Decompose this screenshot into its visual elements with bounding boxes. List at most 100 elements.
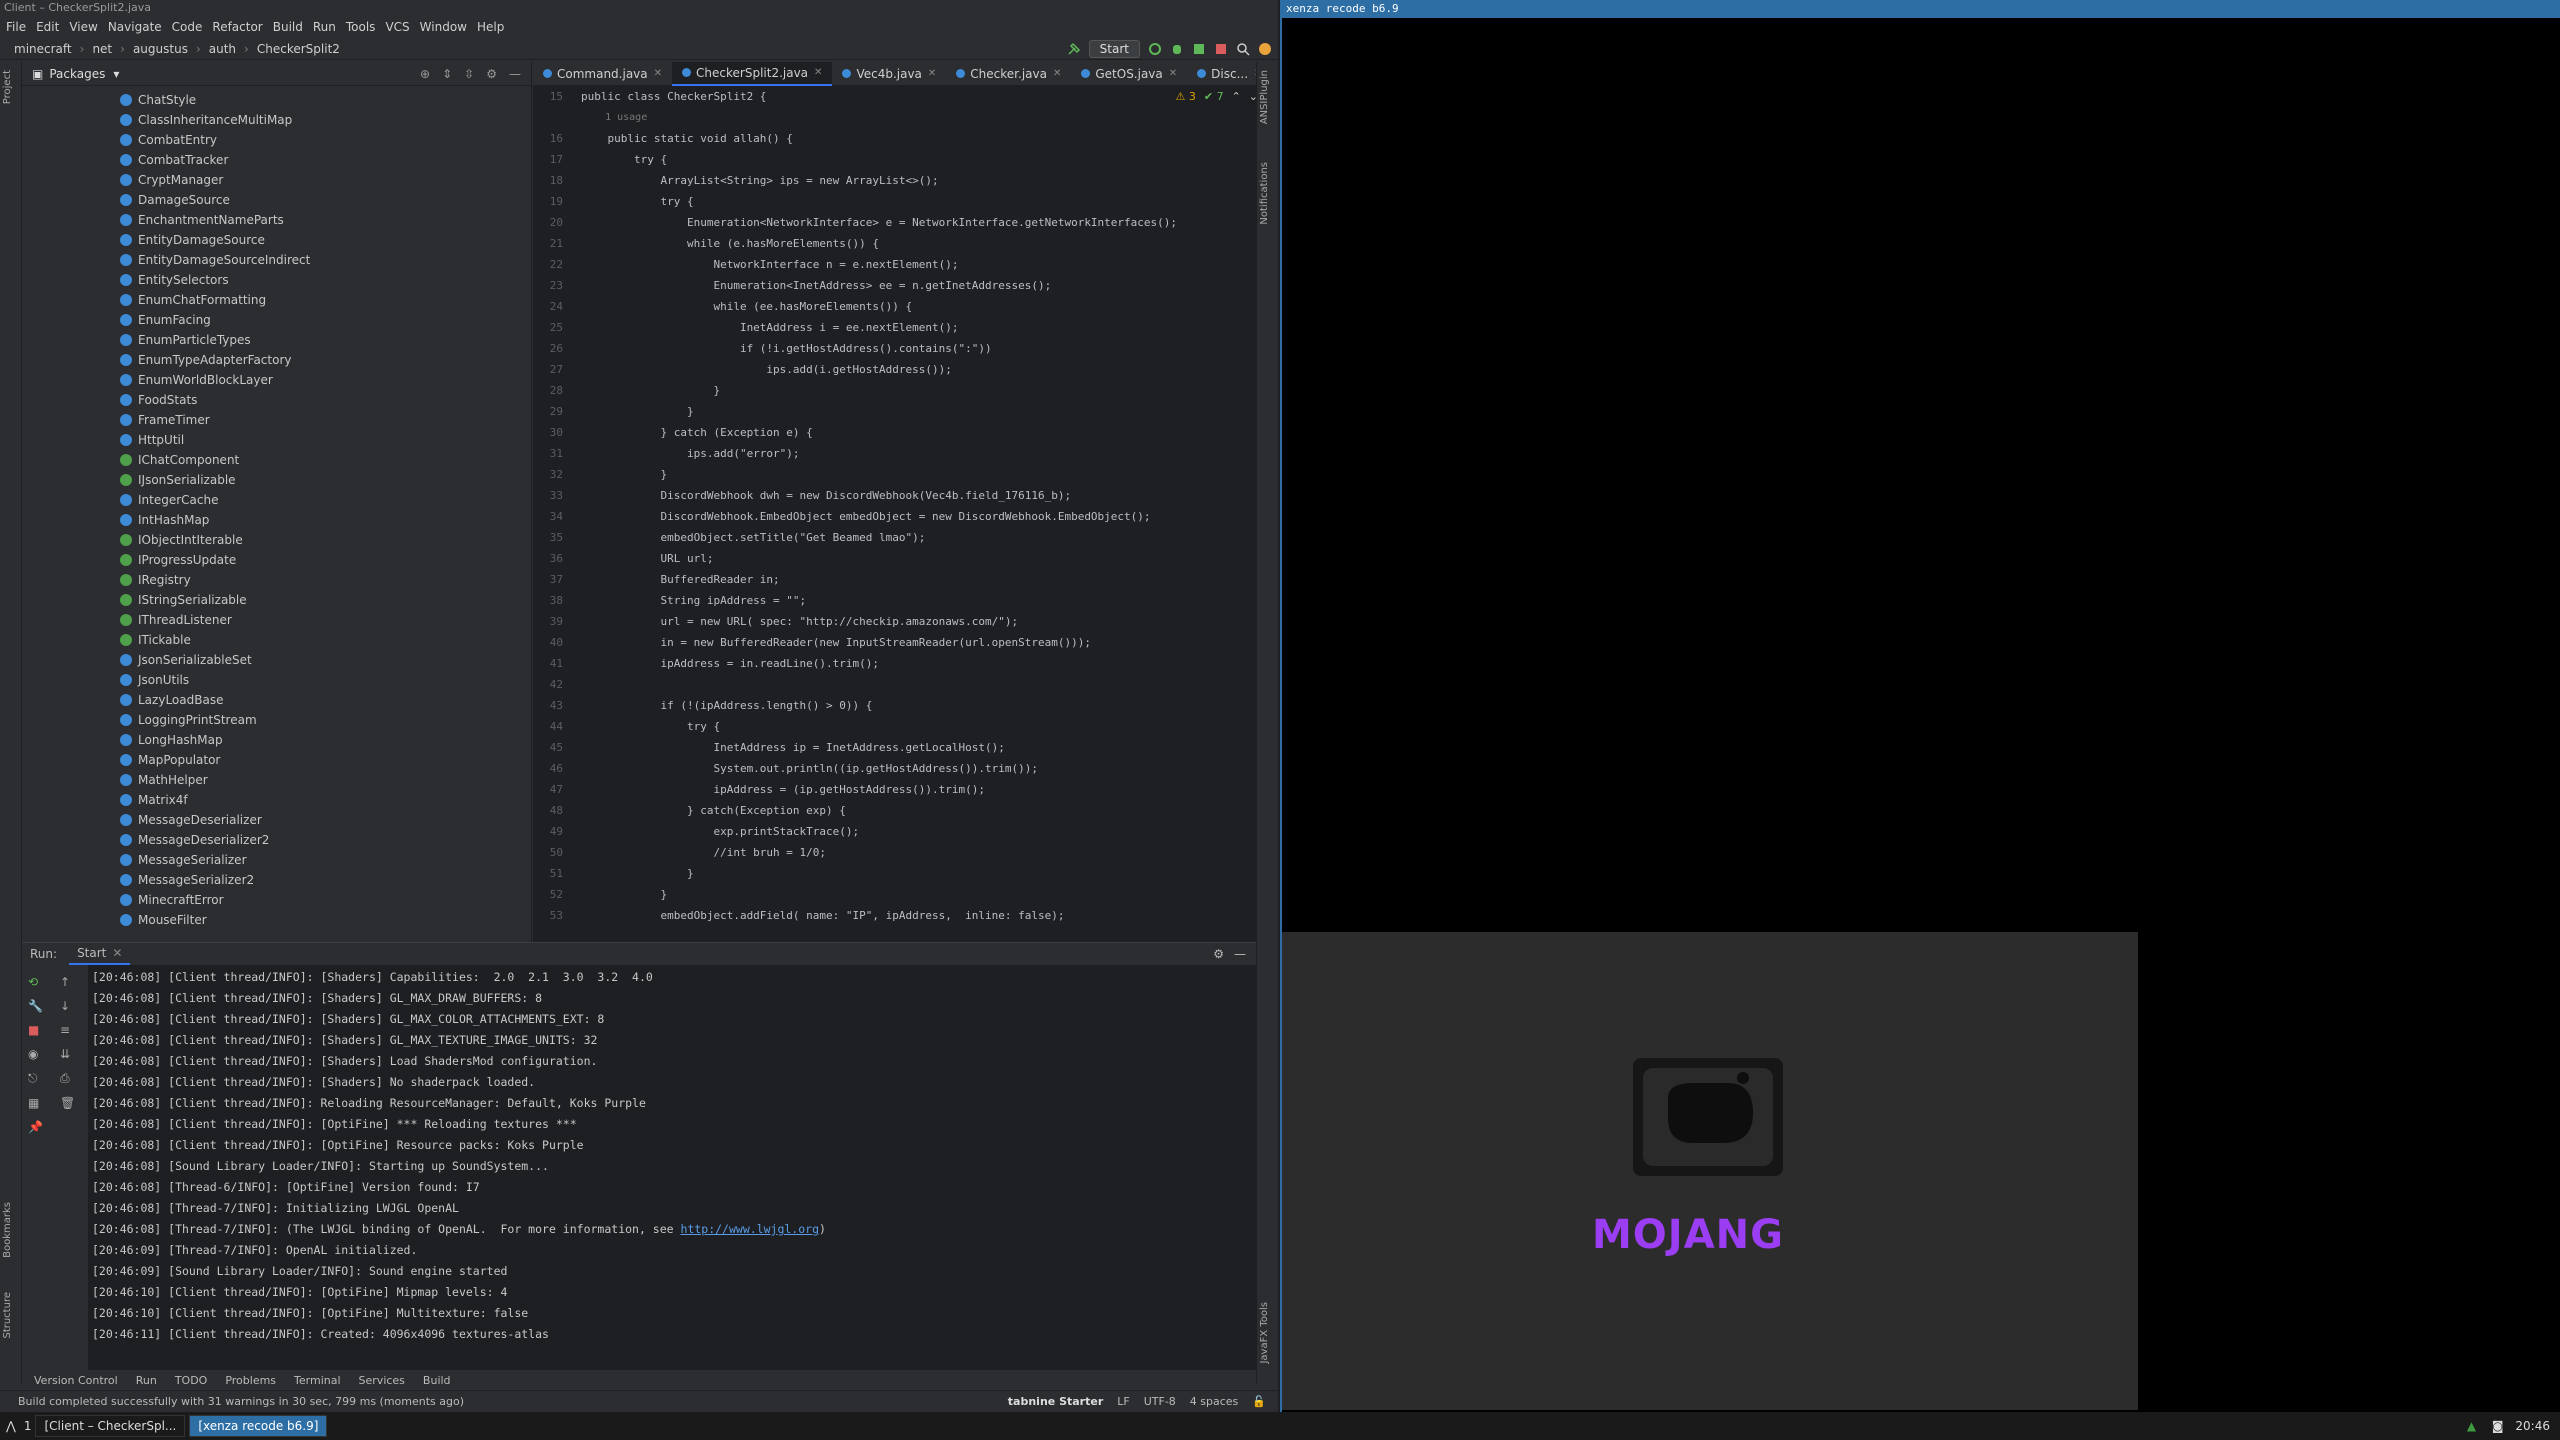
tool-tab-services[interactable]: Services	[359, 1374, 405, 1387]
workspace-number[interactable]: 1	[24, 1419, 32, 1433]
tree-item[interactable]: JsonSerializableSet	[22, 650, 531, 670]
tree-item[interactable]: LongHashMap	[22, 730, 531, 750]
close-icon[interactable]: ✕	[814, 67, 822, 78]
tree-item[interactable]: ClassInheritanceMultiMap	[22, 110, 531, 130]
stripe-ansiplugin[interactable]: ANSIPlugin	[1259, 70, 1270, 124]
line-number[interactable]: 23	[533, 275, 569, 296]
scroll-end-icon[interactable]: ⇊	[60, 1047, 82, 1061]
line-number[interactable]: 18	[533, 170, 569, 191]
line-number[interactable]: 48	[533, 800, 569, 821]
console-output[interactable]: [20:46:08] [Client thread/INFO]: [Shader…	[92, 967, 1242, 1370]
editor-tab[interactable]: Vec4b.java ✕	[832, 62, 946, 86]
code-text[interactable]: public class CheckerSplit2 { 1 usage pub…	[581, 86, 1258, 942]
tree-item[interactable]: IObjectIntIterable	[22, 530, 531, 550]
tree-item[interactable]: ITickable	[22, 630, 531, 650]
line-number[interactable]: 36	[533, 548, 569, 569]
tree-item[interactable]: FrameTimer	[22, 410, 531, 430]
arrow-up-icon[interactable]: ↑	[60, 975, 82, 989]
project-view-select[interactable]: Packages	[49, 67, 105, 81]
stop-icon[interactable]	[1214, 42, 1228, 56]
line-number[interactable]: 34	[533, 506, 569, 527]
exit-icon[interactable]: ⎋	[28, 1071, 50, 1086]
line-number[interactable]: 44	[533, 716, 569, 737]
tree-item[interactable]: EnumWorldBlockLayer	[22, 370, 531, 390]
line-number[interactable]: 53	[533, 905, 569, 926]
line-number[interactable]: 17	[533, 149, 569, 170]
tree-item[interactable]: EnumChatFormatting	[22, 290, 531, 310]
menu-item-window[interactable]: Window	[420, 20, 467, 34]
rerun-icon[interactable]	[1148, 42, 1162, 56]
locate-icon[interactable]: ⊕	[420, 67, 430, 81]
tree-item[interactable]: DamageSource	[22, 190, 531, 210]
line-number[interactable]: 52	[533, 884, 569, 905]
tree-item[interactable]: MessageSerializer2	[22, 870, 531, 890]
pin-icon[interactable]: 📌	[28, 1120, 50, 1134]
rerun-icon[interactable]: ⟲	[28, 975, 50, 989]
line-number[interactable]: 35	[533, 527, 569, 548]
tool-tab-version-control[interactable]: Version Control	[34, 1374, 118, 1387]
tree-item[interactable]: CombatTracker	[22, 150, 531, 170]
launcher-icon[interactable]: ⋀	[6, 1419, 16, 1433]
line-number[interactable]: 30	[533, 422, 569, 443]
hide-icon[interactable]: —	[509, 67, 521, 81]
debug-icon[interactable]	[1170, 42, 1184, 56]
menu-item-vcs[interactable]: VCS	[385, 20, 409, 34]
tray-icon[interactable]: ▲	[2467, 1419, 2476, 1433]
close-icon[interactable]: ✕	[1053, 68, 1061, 79]
line-number[interactable]: 49	[533, 821, 569, 842]
stripe-bookmarks[interactable]: Bookmarks	[2, 1202, 13, 1258]
close-icon[interactable]: ✕	[654, 68, 662, 79]
line-separator[interactable]: LF	[1117, 1395, 1129, 1408]
tree-item[interactable]: IThreadListener	[22, 610, 531, 630]
stripe-notifications[interactable]: Notifications	[1259, 162, 1270, 225]
tree-item[interactable]: MouseFilter	[22, 910, 531, 930]
tool-tab-problems[interactable]: Problems	[225, 1374, 276, 1387]
encoding[interactable]: UTF-8	[1144, 1395, 1176, 1408]
line-number[interactable]: 15	[533, 86, 569, 107]
stop-icon[interactable]: ■	[28, 1023, 50, 1037]
tree-item[interactable]: JsonUtils	[22, 670, 531, 690]
tree-item[interactable]: MapPopulator	[22, 750, 531, 770]
line-number[interactable]: 32	[533, 464, 569, 485]
tree-item[interactable]: EnchantmentNameParts	[22, 210, 531, 230]
menu-item-code[interactable]: Code	[172, 20, 203, 34]
tree-item[interactable]: EntityDamageSource	[22, 230, 531, 250]
tree-item[interactable]: IntHashMap	[22, 510, 531, 530]
tree-item[interactable]: LazyLoadBase	[22, 690, 531, 710]
line-number[interactable]: 33	[533, 485, 569, 506]
tree-item[interactable]: IJsonSerializable	[22, 470, 531, 490]
indent[interactable]: 4 spaces	[1190, 1395, 1239, 1408]
line-number[interactable]: 25	[533, 317, 569, 338]
line-number[interactable]: 29	[533, 401, 569, 422]
expand-all-icon[interactable]: ⇕	[442, 67, 452, 81]
print-icon[interactable]: ⎙	[60, 1071, 82, 1086]
tree-item[interactable]: MessageDeserializer2	[22, 830, 531, 850]
tree-item[interactable]: IChatComponent	[22, 450, 531, 470]
close-icon[interactable]: ✕	[928, 68, 936, 79]
breadcrumb-item[interactable]: minecraft	[14, 42, 72, 56]
stripe-javafx-tools[interactable]: JavaFX Tools	[1259, 1302, 1270, 1364]
line-number[interactable]	[533, 107, 569, 128]
task-ide[interactable]: [Client – CheckerSpl...	[35, 1415, 186, 1437]
tool-tab-todo[interactable]: TODO	[175, 1374, 208, 1387]
menu-item-build[interactable]: Build	[273, 20, 303, 34]
line-number[interactable]: 43	[533, 695, 569, 716]
tree-item[interactable]: FoodStats	[22, 390, 531, 410]
tree-item[interactable]: CryptManager	[22, 170, 531, 190]
soft-wrap-icon[interactable]: ≡	[60, 1023, 82, 1037]
editor-tab[interactable]: GetOS.java ✕	[1071, 62, 1187, 86]
tree-item[interactable]: EnumTypeAdapterFactory	[22, 350, 531, 370]
tree-item[interactable]: IProgressUpdate	[22, 550, 531, 570]
line-number[interactable]: 37	[533, 569, 569, 590]
tabnine-widget[interactable]: tabnine Starter	[1008, 1395, 1103, 1408]
line-number[interactable]: 47	[533, 779, 569, 800]
line-number[interactable]: 31	[533, 443, 569, 464]
search-icon[interactable]	[1236, 42, 1250, 56]
tree-item[interactable]: ChatStyle	[22, 90, 531, 110]
editor-tab[interactable]: CheckerSplit2.java ✕	[672, 62, 833, 86]
console-link[interactable]: http://www.lwjgl.org	[681, 1222, 819, 1236]
line-number[interactable]: 21	[533, 233, 569, 254]
stripe-structure[interactable]: Structure	[2, 1292, 13, 1339]
close-icon[interactable]: ✕	[1169, 68, 1177, 79]
tree-item[interactable]: Matrix4f	[22, 790, 531, 810]
